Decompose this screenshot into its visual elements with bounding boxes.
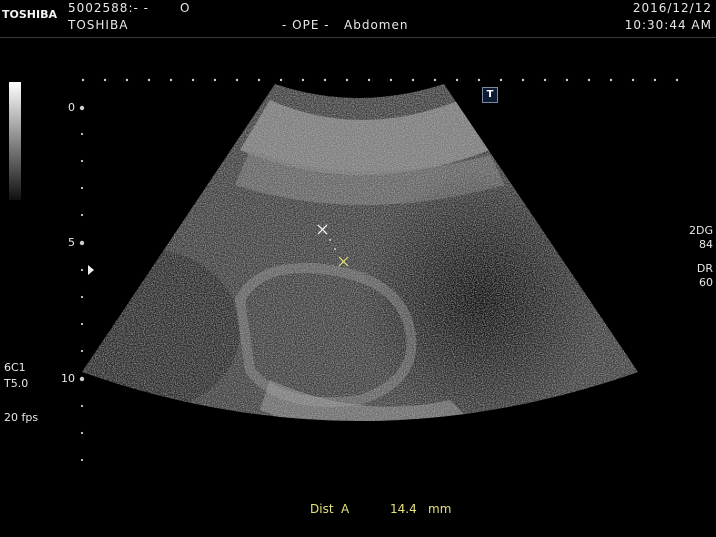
depth-label-5: 5 xyxy=(68,236,75,249)
depth-scale-dots xyxy=(79,105,85,462)
patient-mark: O xyxy=(180,1,191,15)
param-2dg-value: 84 xyxy=(699,238,713,251)
header-divider xyxy=(0,37,716,38)
brand-logo: TOSHIBA xyxy=(2,8,57,21)
param-dr-value: 60 xyxy=(699,276,713,289)
probe-name: 6C1 xyxy=(4,361,26,374)
grayscale-bar xyxy=(9,82,21,200)
depth-label-0: 0 xyxy=(68,101,75,114)
patient-id: 5002588:- - xyxy=(68,1,149,15)
measurement-unit: mm xyxy=(428,502,452,516)
measurement-id: A xyxy=(341,502,350,516)
focus-marker-icon[interactable] xyxy=(88,265,94,275)
body-mark-icon[interactable]: T xyxy=(482,87,498,103)
param-2dg-label: 2DG xyxy=(689,224,713,237)
manufacturer-name: TOSHIBA xyxy=(68,18,129,32)
frame-rate: 20 fps xyxy=(4,411,39,424)
top-dot-line xyxy=(81,78,679,82)
measurement-value: 14.4 xyxy=(390,502,417,516)
exam-time: 10:30:44 AM xyxy=(624,18,712,32)
probe-setting: T5.0 xyxy=(4,377,29,390)
depth-label-10: 10 xyxy=(61,372,75,385)
param-dr-label: DR xyxy=(696,262,713,275)
measurement-name: Dist xyxy=(310,502,334,516)
ultrasound-sector-image xyxy=(79,78,679,462)
exam-date: 2016/12/12 xyxy=(632,1,712,15)
exam-type: - OPE - Abdomen xyxy=(282,18,409,32)
